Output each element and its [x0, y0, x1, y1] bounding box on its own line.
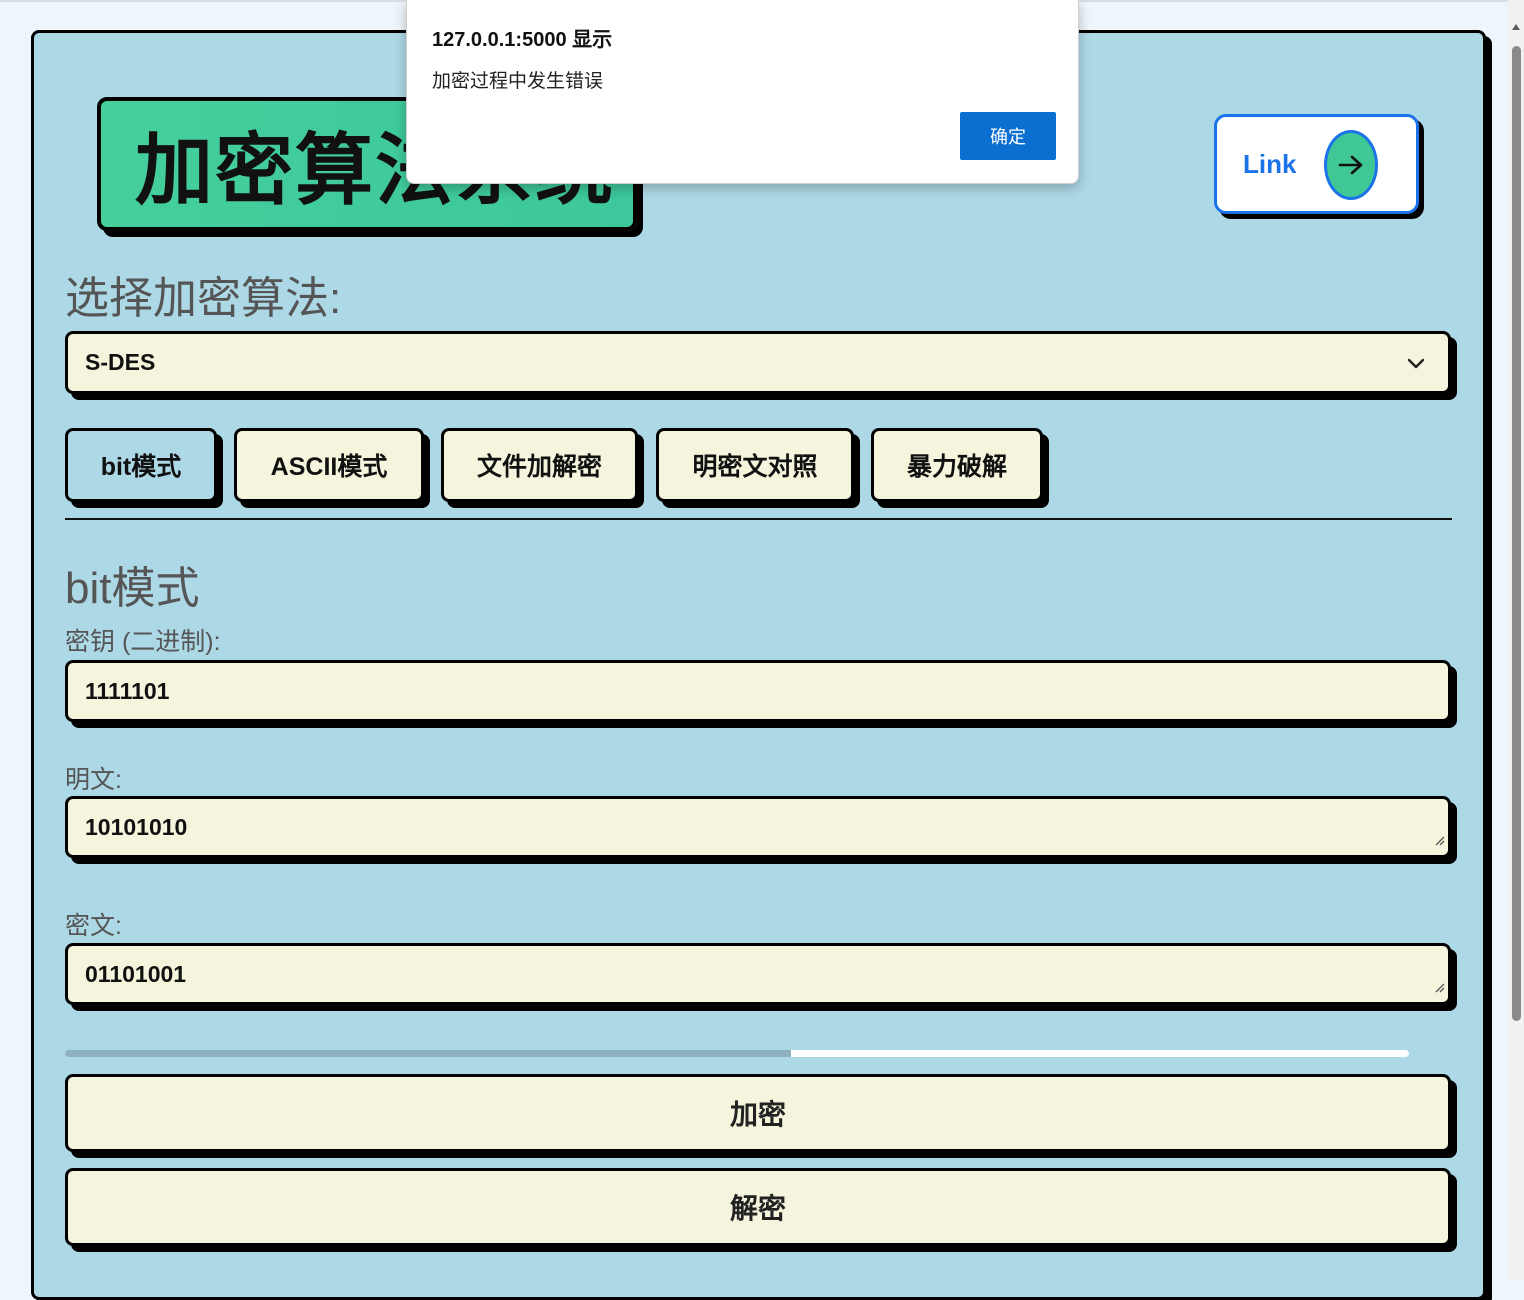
ciphertext-label: 密文: [65, 912, 122, 940]
plaintext-textarea[interactable]: 10101010 [65, 796, 1451, 858]
encrypt-button-label: 加密 [729, 1099, 786, 1130]
tab-label: ASCII模式 [270, 453, 388, 481]
tab-label: 文件加解密 [476, 453, 602, 481]
link-button[interactable]: Link [1214, 114, 1419, 214]
dialog-title: 127.0.0.1:5000 显示 [432, 29, 613, 51]
progress-bar [65, 1050, 1409, 1057]
progress-fill [65, 1050, 791, 1057]
tab-brute-force[interactable]: 暴力破解 [871, 428, 1043, 502]
tab-ascii-mode[interactable]: ASCII模式 [234, 428, 424, 502]
scrollbar-thumb[interactable] [1512, 46, 1521, 1021]
tab-label: 暴力破解 [906, 453, 1007, 481]
mode-heading: bit模式 [65, 564, 200, 613]
tab-label: 明密文对照 [692, 453, 818, 481]
tab-plain-cipher-compare[interactable]: 明密文对照 [656, 428, 854, 502]
key-input-value: 1111101 [85, 677, 170, 704]
key-input[interactable]: 1111101 [65, 660, 1451, 722]
resize-grip-icon[interactable] [1433, 972, 1445, 999]
encrypt-button[interactable]: 加密 [65, 1074, 1451, 1152]
ciphertext-value: 01101001 [85, 960, 187, 987]
resize-grip-icon[interactable] [1433, 825, 1445, 852]
algorithm-select[interactable]: S-DES [65, 331, 1451, 394]
dialog-message: 加密过程中发生错误 [432, 71, 604, 92]
ciphertext-textarea[interactable]: 01101001 [65, 943, 1451, 1005]
vertical-scrollbar[interactable] [1508, 0, 1524, 1279]
dialog-ok-label: 确定 [990, 127, 1026, 147]
tab-label: bit模式 [100, 453, 182, 481]
tab-bit-mode[interactable]: bit模式 [65, 428, 217, 502]
algorithm-section-label: 选择加密算法: [65, 274, 342, 323]
plaintext-label: 明文: [65, 766, 122, 794]
key-label: 密钥 (二进制): [65, 628, 221, 656]
tab-file-encrypt[interactable]: 文件加解密 [441, 428, 638, 502]
plaintext-value: 10101010 [85, 813, 188, 840]
scroll-up-icon[interactable] [1512, 24, 1520, 30]
alert-dialog: 127.0.0.1:5000 显示 加密过程中发生错误 确定 [406, 0, 1079, 184]
tabs-divider [65, 518, 1452, 520]
chevron-down-icon [1406, 352, 1426, 379]
link-button-label: Link [1243, 148, 1297, 179]
algorithm-selected-value: S-DES [85, 349, 156, 375]
dialog-ok-button[interactable]: 确定 [960, 112, 1056, 160]
decrypt-button[interactable]: 解密 [65, 1168, 1451, 1246]
arrow-right-icon [1324, 130, 1378, 200]
decrypt-button-label: 解密 [729, 1193, 786, 1224]
